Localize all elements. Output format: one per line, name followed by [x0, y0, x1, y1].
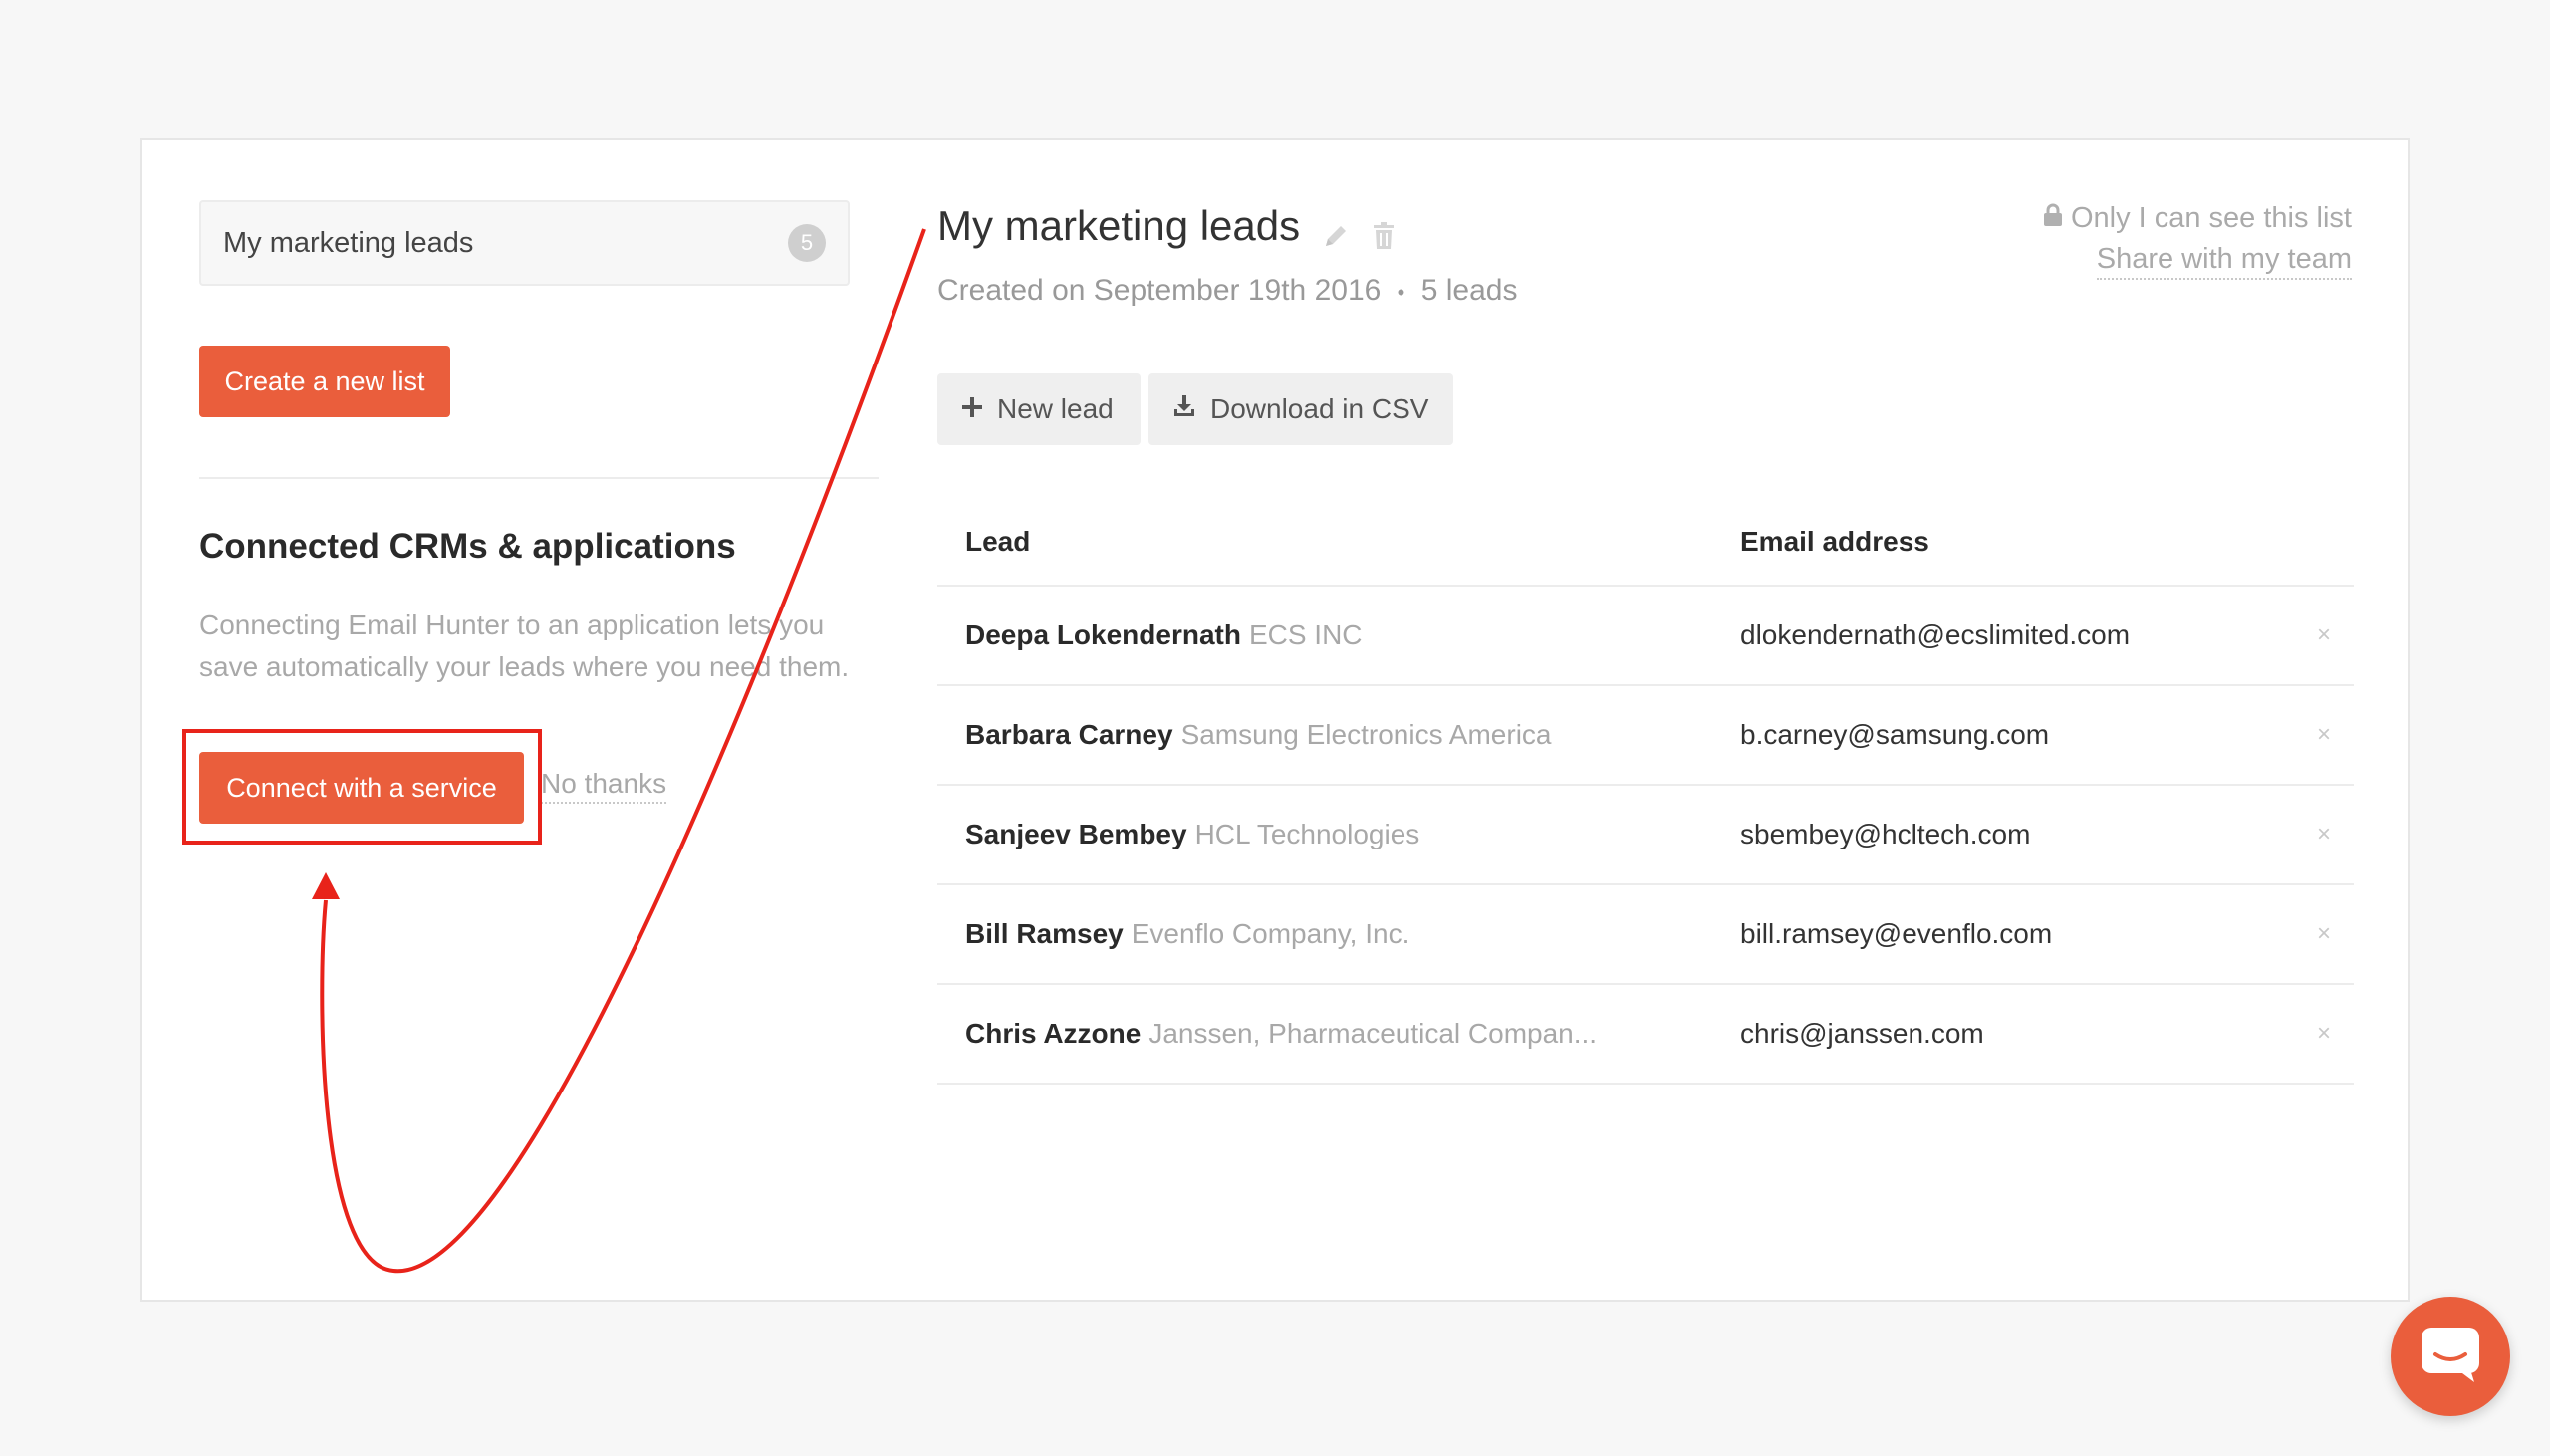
- header-email: Email address: [1740, 526, 1929, 557]
- new-lead-label: New lead: [997, 393, 1114, 424]
- lead-email: chris@janssen.com: [1740, 1018, 1984, 1049]
- table-row[interactable]: Bill Ramsey Evenflo Company, Inc. bill.ra…: [937, 885, 2354, 985]
- table-header: Lead Email address: [937, 499, 2354, 587]
- table-row[interactable]: Sanjeev Bembey HCL Technologies sbembey@h…: [937, 786, 2354, 885]
- lead-email: dlokendernath@ecslimited.com: [1740, 619, 2131, 650]
- no-thanks-link[interactable]: No thanks: [541, 768, 667, 804]
- meta-separator: •: [1397, 280, 1405, 305]
- header-lead: Lead: [965, 526, 1031, 557]
- lead-email: bill.ramsey@evenflo.com: [1740, 918, 2053, 949]
- lead-name: Barbara Carney: [965, 719, 1173, 750]
- lead-name: Sanjeev Bembey: [965, 819, 1187, 849]
- crm-section-title: Connected CRMs & applications: [199, 527, 736, 566]
- list-name: My marketing leads: [223, 226, 474, 259]
- table-row[interactable]: Barbara Carney Samsung Electronics Americ…: [937, 686, 2354, 786]
- privacy-label: Only I can see this list: [2070, 202, 2352, 234]
- annotation-highlight-box: [182, 729, 542, 845]
- lead-company: Samsung Electronics America: [1180, 719, 1552, 750]
- download-csv-button[interactable]: Download in CSV: [1148, 373, 1453, 445]
- list-count-badge: 5: [788, 224, 826, 262]
- created-date: Created on September 19th 2016: [937, 274, 1382, 307]
- lists-card: My marketing leads 5 Create a new list C…: [140, 138, 2410, 1302]
- plus-icon: [961, 393, 983, 425]
- lead-email: b.carney@samsung.com: [1740, 719, 2050, 750]
- table-row[interactable]: Deepa Lokendernath ECS INC dlokendernath@…: [937, 587, 2354, 686]
- remove-lead-button[interactable]: ×: [2294, 920, 2354, 948]
- create-list-button[interactable]: Create a new list: [199, 346, 450, 417]
- leads-count: 5 leads: [1420, 274, 1518, 307]
- lead-name: Chris Azzone: [965, 1018, 1142, 1049]
- list-title-row: My marketing leads: [937, 202, 1400, 250]
- list-meta: Created on September 19th 2016 • 5 leads: [937, 274, 1517, 308]
- remove-lead-button[interactable]: ×: [2294, 721, 2354, 749]
- lead-name: Bill Ramsey: [965, 918, 1124, 949]
- lead-company: HCL Technologies: [1194, 819, 1420, 849]
- lead-company: ECS INC: [1248, 619, 1363, 650]
- privacy-settings: Only I can see this list Share with my t…: [2043, 202, 2352, 280]
- remove-lead-button[interactable]: ×: [2294, 621, 2354, 649]
- crm-description: Connecting Email Hunter to an applicatio…: [199, 609, 850, 682]
- remove-lead-button[interactable]: ×: [2294, 821, 2354, 849]
- chat-widget-button[interactable]: [2391, 1297, 2510, 1416]
- lead-name: Deepa Lokendernath: [965, 619, 1241, 650]
- lead-company: Janssen, Pharmaceutical Compan...: [1148, 1018, 1598, 1049]
- table-row[interactable]: Chris Azzone Janssen, Pharmaceutical Comp…: [937, 985, 2354, 1085]
- leads-table: Lead Email address Deepa Lokendernath ECS…: [937, 499, 2354, 1085]
- lead-email: sbembey@hcltech.com: [1740, 819, 2031, 849]
- sidebar-list-item[interactable]: My marketing leads 5: [199, 200, 850, 286]
- page-title: My marketing leads: [937, 202, 1301, 249]
- share-with-team-link[interactable]: Share with my team: [2096, 243, 2352, 280]
- chat-icon: [2419, 1325, 2482, 1389]
- download-csv-label: Download in CSV: [1210, 393, 1429, 424]
- remove-lead-button[interactable]: ×: [2294, 1020, 2354, 1048]
- lock-icon: [2043, 202, 2063, 235]
- sidebar-divider: [199, 477, 879, 479]
- new-lead-button[interactable]: New lead: [937, 373, 1141, 445]
- pencil-icon[interactable]: [1322, 212, 1350, 246]
- download-icon: [1172, 393, 1196, 425]
- lead-company: Evenflo Company, Inc.: [1131, 918, 1410, 949]
- trash-icon[interactable]: [1372, 212, 1400, 249]
